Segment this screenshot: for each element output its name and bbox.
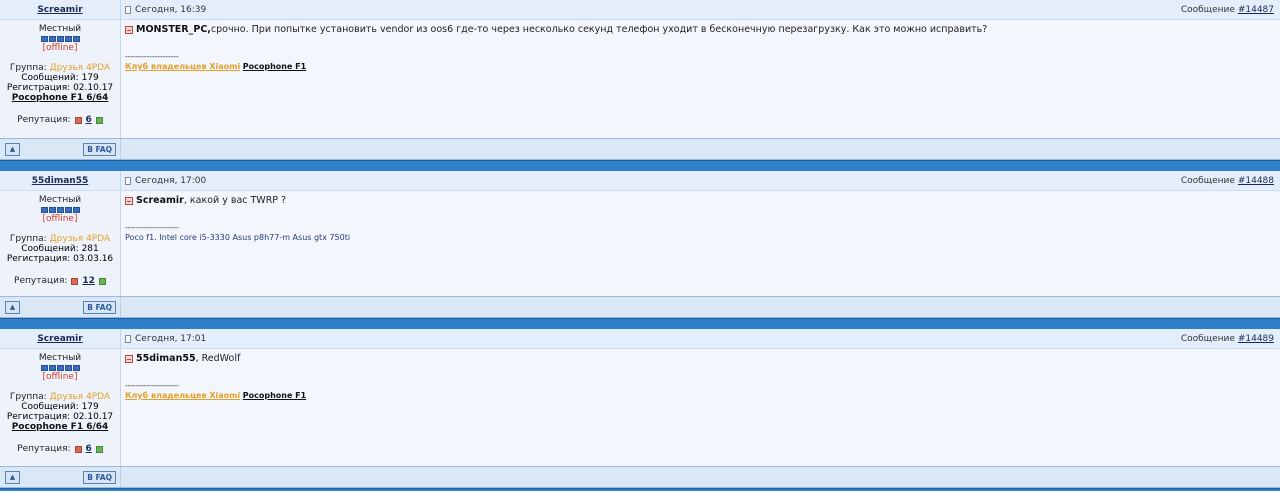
post-icon: [125, 176, 131, 185]
reply-nick[interactable]: MONSTER_PC,: [136, 24, 211, 35]
user-device-link[interactable]: Pocophone F1 6/64: [0, 93, 120, 103]
rep-plus-icon[interactable]: [95, 445, 103, 453]
user-rank: Местный: [38, 24, 82, 34]
user-info: Местный [offline] Группа: Друзья 4PDA Со…: [0, 349, 121, 466]
faq-button[interactable]: В FAQ: [83, 470, 116, 484]
message-number-link[interactable]: #14487: [1238, 5, 1274, 15]
reputation: Репутация: 6: [0, 115, 120, 125]
up-arrow-icon[interactable]: ▲: [5, 470, 20, 484]
faq-button[interactable]: В FAQ: [83, 300, 116, 314]
signature: Клуб владельцев Xiaomi Pocophone F1: [125, 391, 1276, 400]
status-offline: [offline]: [42, 43, 78, 53]
post-content: MONSTER_PC, срочно. При попытке установи…: [121, 20, 1280, 138]
signature: Клуб владельцев Xiaomi Pocophone F1: [125, 62, 1276, 71]
rep-minus-icon[interactable]: [71, 277, 79, 285]
signature-club-link[interactable]: Клуб владельцев Xiaomi: [125, 62, 240, 71]
rank-pips: [0, 365, 120, 371]
post-date: Сегодня, 17:00: [135, 175, 207, 186]
up-arrow-icon[interactable]: ▲: [5, 300, 20, 314]
message-number-link[interactable]: #14488: [1238, 176, 1274, 186]
user-messages: Сообщений: 179: [21, 402, 99, 412]
user-registration: Регистрация: 03.03.16: [6, 254, 114, 264]
author-link[interactable]: Screamir: [37, 334, 82, 344]
quote-nick-icon[interactable]: [125, 196, 133, 205]
message-label: Сообщение: [1180, 4, 1235, 15]
post-divider: [0, 160, 1280, 171]
author-link[interactable]: Screamir: [37, 5, 82, 15]
rep-minus-icon[interactable]: [74, 445, 82, 453]
post-text: , RedWolf: [195, 353, 241, 364]
message-label: Сообщение: [1180, 333, 1235, 344]
status-offline: [offline]: [42, 214, 78, 224]
user-info: Местный [offline] Группа: Друзья 4PDA Со…: [0, 20, 121, 138]
rep-value[interactable]: 6: [86, 115, 92, 125]
post-footer: ▲ В FAQ: [0, 296, 1280, 318]
post-icon: [125, 5, 131, 14]
signature-device-link[interactable]: Pocophone F1: [243, 391, 306, 400]
post: Screamir Сегодня, 16:39 Сообщение #14487…: [0, 0, 1280, 160]
post-content: Screamir, какой у вас TWRP ? -----------…: [121, 191, 1280, 296]
post-date: Сегодня, 16:39: [135, 4, 207, 15]
post-icon: [125, 334, 131, 343]
rep-value[interactable]: 12: [82, 276, 95, 286]
signature: Poco f1. Intel core i5-3330 Asus p8h77-m…: [125, 233, 351, 242]
author-link[interactable]: 55diman55: [32, 176, 88, 186]
user-device-link[interactable]: Pocophone F1 6/64: [0, 422, 120, 432]
post-header: 55diman55 Сегодня, 17:00 Сообщение #1448…: [0, 171, 1280, 191]
user-group: Группа: Друзья 4PDA: [9, 392, 111, 402]
up-arrow-icon[interactable]: ▲: [5, 142, 20, 156]
post-footer: ▲ В FAQ: [0, 138, 1280, 160]
rep-plus-icon[interactable]: [98, 277, 106, 285]
post-header: Screamir Сегодня, 16:39 Сообщение #14487: [0, 0, 1280, 20]
user-messages: Сообщений: 179: [21, 73, 99, 83]
signature-separator: --------------------: [125, 223, 179, 232]
post-content: 55diman55, RedWolf -------------------- …: [121, 349, 1280, 466]
quote-nick-icon[interactable]: [125, 354, 133, 363]
user-rank: Местный: [38, 353, 82, 363]
user-group: Группа: Друзья 4PDA: [9, 234, 111, 244]
rep-plus-icon[interactable]: [95, 116, 103, 124]
post: Screamir Сегодня, 17:01 Сообщение #14489…: [0, 329, 1280, 488]
signature-separator: --------------------: [125, 52, 179, 61]
reply-nick[interactable]: 55diman55: [136, 353, 196, 364]
user-messages: Сообщений: 281: [21, 244, 99, 254]
status-offline: [offline]: [42, 372, 78, 382]
signature-separator: --------------------: [125, 381, 179, 390]
user-rank: Местный: [38, 195, 82, 205]
post-date: Сегодня, 17:01: [135, 333, 207, 344]
message-label: Сообщение: [1180, 175, 1235, 186]
rep-value[interactable]: 6: [86, 444, 92, 454]
user-info: Местный [offline] Группа: Друзья 4PDA Со…: [0, 191, 121, 296]
signature-club-link[interactable]: Клуб владельцев Xiaomi: [125, 391, 240, 400]
reputation: Репутация: 6: [0, 444, 120, 454]
signature-device-link[interactable]: Pocophone F1: [243, 62, 306, 71]
rank-pips: [0, 207, 120, 213]
post-divider: [0, 318, 1280, 329]
reply-nick[interactable]: Screamir: [136, 195, 184, 206]
quote-nick-icon[interactable]: [125, 25, 133, 34]
post: 55diman55 Сегодня, 17:00 Сообщение #1448…: [0, 171, 1280, 318]
post-divider: [0, 488, 1280, 491]
post-text: срочно. При попытке установить vendor из…: [210, 24, 988, 35]
message-number-link[interactable]: #14489: [1238, 334, 1274, 344]
user-registration: Регистрация: 02.10.17: [6, 412, 114, 422]
faq-button[interactable]: В FAQ: [83, 142, 116, 156]
rank-pips: [0, 36, 120, 42]
reputation: Репутация: 12: [0, 276, 120, 286]
rep-minus-icon[interactable]: [74, 116, 82, 124]
post-text: , какой у вас TWRP ?: [183, 195, 287, 206]
user-group: Группа: Друзья 4PDA: [9, 63, 111, 73]
user-registration: Регистрация: 02.10.17: [6, 83, 114, 93]
post-header: Screamir Сегодня, 17:01 Сообщение #14489: [0, 329, 1280, 349]
post-footer: ▲ В FAQ: [0, 466, 1280, 488]
